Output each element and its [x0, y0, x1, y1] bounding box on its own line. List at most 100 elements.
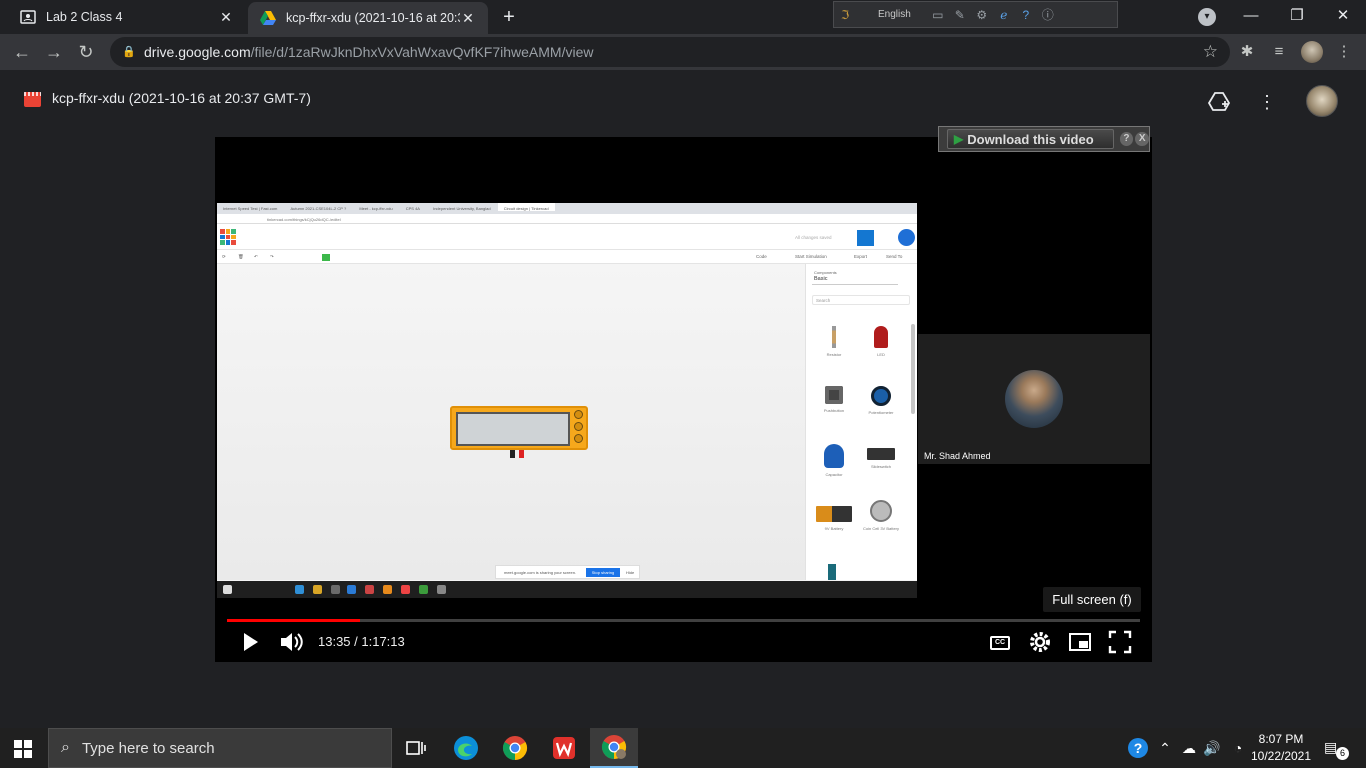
account-avatar[interactable] [1306, 85, 1338, 117]
circuit-canvas [217, 264, 805, 580]
volume-icon[interactable] [278, 629, 304, 655]
component-capacitor: Capacitor [814, 444, 854, 477]
search-icon: ⌕ [61, 739, 70, 756]
start-simulation-button: Start Simulation [795, 254, 827, 259]
windows-start-icon[interactable] [14, 740, 32, 758]
settings-icon[interactable]: ⚙ [971, 8, 993, 22]
time-display: 13:35 / 1:17:13 [318, 634, 405, 649]
task-view-icon[interactable] [392, 728, 440, 768]
share-notice-text: meet.google.com is sharing your screen. [504, 570, 577, 575]
tab-drive-video[interactable]: kcp-ffxr-xdu (2021-10-16 at 20:3 ✕ [248, 2, 488, 34]
new-tab-button[interactable]: + [498, 6, 520, 28]
tinkercad-header: All changes saved [217, 224, 917, 250]
shared-tab: Independent University, Banglad [433, 206, 491, 211]
notification-center-icon[interactable]: ▤ 6 [1324, 739, 1349, 760]
file-title: kcp-ffxr-xdu (2021-10-16 at 20:37 GMT-7) [52, 90, 311, 106]
lock-icon[interactable]: 🔒 [122, 45, 136, 59]
reload-button[interactable]: ↻ [74, 40, 98, 64]
component-9v-battery: 9V Battery [814, 506, 854, 531]
tinkercad-toolbar: ⟳ 🗑 ↶ ↷ Code Start Simulation Export Sen… [217, 250, 917, 264]
google-drive-icon [260, 11, 276, 25]
close-window-button[interactable]: ✕ [1320, 0, 1366, 32]
menu-kebab-icon[interactable]: ⋮ [1333, 41, 1355, 63]
color-swatch-icon [322, 254, 330, 261]
black-probe [510, 450, 515, 458]
chrome-profile-icon[interactable] [590, 728, 638, 768]
settings-gear-icon[interactable] [1027, 629, 1053, 655]
tab-lab2-class4[interactable]: Lab 2 Class 4 ✕ [8, 0, 246, 34]
wifi-icon[interactable]: ◔ [1228, 738, 1248, 758]
tab-search-icon[interactable]: ▾ [1198, 8, 1216, 26]
bookmark-star-icon[interactable]: ☆ [1203, 42, 1218, 62]
components-panel: Components Basic Search Resistor LED Pus… [805, 264, 917, 580]
play-icon[interactable] [237, 629, 263, 655]
pen-icon[interactable]: ✎ [949, 8, 971, 22]
ime-icon[interactable]: ℯ [993, 8, 1015, 22]
shared-tab: CPS 4A [405, 206, 420, 211]
circuit-view-icon [857, 230, 874, 246]
components-search: Search [812, 295, 910, 305]
edge-icon[interactable] [442, 728, 490, 768]
captions-button[interactable]: CC [990, 636, 1010, 650]
windows-taskbar: ⌕ ? ⌃ ☁ 🔊 ◔ 8:07 PM 10/22/2021 ▤6 [0, 728, 1366, 768]
address-bar[interactable]: 🔒 drive.google.com/file/d/1zaRwJknDhxVxV… [110, 37, 1230, 67]
shared-tab: Autumn 2021-CSE104L-2 CP ? [290, 206, 347, 211]
play-triangle-icon: ▶ [954, 132, 964, 146]
red-probe [519, 450, 524, 458]
fullscreen-icon[interactable] [1107, 629, 1133, 655]
profile-avatar[interactable] [1301, 41, 1323, 63]
video-file-icon [24, 92, 41, 107]
info-icon[interactable]: ⓘ [1037, 6, 1059, 23]
component-potentiometer: Potentiometer [861, 386, 901, 415]
help-tray-icon[interactable]: ? [1128, 738, 1148, 758]
onedrive-icon[interactable]: ☁ [1179, 738, 1199, 758]
forward-button[interactable]: → [42, 40, 66, 64]
media-control-icon[interactable]: ≡ [1268, 41, 1290, 63]
classroom-icon [20, 10, 36, 24]
download-extension-banner: ▶ Download this video ? X [938, 126, 1150, 152]
language-label[interactable]: English [878, 9, 911, 20]
multimeter-knob [574, 410, 583, 419]
taskbar-clock[interactable]: 8:07 PM 10/22/2021 [1246, 731, 1316, 765]
language-bar[interactable]: ℑ English ▭ ✎ ⚙ ℯ ? ⓘ [833, 1, 1118, 28]
wps-office-icon[interactable] [540, 728, 588, 768]
multimeter-screen [456, 412, 570, 446]
component-led: LED [861, 326, 901, 357]
chrome-icon[interactable] [491, 728, 539, 768]
shared-tab: Internet Speed Test | Fast.com [223, 206, 278, 211]
miniplayer-icon[interactable] [1067, 629, 1093, 655]
video-player[interactable]: Internet Speed Test | Fast.com Autumn 20… [215, 137, 1152, 662]
stop-sharing-button: Stop sharing [586, 568, 620, 577]
more-options-icon[interactable]: ⋮ [1255, 90, 1279, 114]
shared-taskbar [217, 581, 917, 598]
speaker-icon[interactable]: 🔊 [1202, 738, 1222, 758]
tab-title: Lab 2 Class 4 [46, 10, 123, 24]
show-hidden-icons-icon[interactable]: ⌃ [1155, 738, 1175, 758]
restore-button[interactable]: ❐ [1274, 0, 1320, 32]
progress-bar[interactable] [227, 619, 1140, 622]
help-icon[interactable]: ? [1015, 8, 1037, 22]
close-tab-icon[interactable]: ✕ [460, 10, 476, 27]
component-partial [828, 564, 836, 580]
download-video-button[interactable]: ▶ Download this video [947, 129, 1114, 149]
multimeter [450, 406, 588, 450]
language-bar-handle-icon[interactable]: ℑ [834, 8, 856, 22]
close-tab-icon[interactable]: ✕ [218, 9, 234, 26]
back-button[interactable]: ← [10, 40, 34, 64]
url-text[interactable]: drive.google.com/file/d/1zaRwJknDhxVxVah… [144, 44, 593, 60]
screen-share-notice: meet.google.com is sharing your screen. … [495, 565, 640, 579]
download-help-button[interactable]: ? [1119, 132, 1134, 146]
component-slideswitch: Slideswitch [861, 448, 901, 469]
minimize-button[interactable]: — [1228, 0, 1274, 32]
shared-screen: Internet Speed Test | Fast.com Autumn 20… [217, 203, 917, 598]
components-category: Basic [812, 276, 898, 285]
download-close-button[interactable]: X [1135, 132, 1149, 146]
add-to-drive-icon[interactable] [1207, 90, 1231, 114]
keyboard-icon[interactable]: ▭ [927, 8, 949, 22]
taskbar-search-box[interactable]: ⌕ [48, 728, 392, 768]
redo-icon: ↷ [270, 254, 274, 259]
extensions-icon[interactable]: ✱ [1236, 41, 1258, 63]
shared-browser-tabs: Internet Speed Test | Fast.com Autumn 20… [217, 203, 917, 214]
code-button: Code [756, 254, 767, 259]
taskbar-search-input[interactable] [81, 739, 372, 757]
